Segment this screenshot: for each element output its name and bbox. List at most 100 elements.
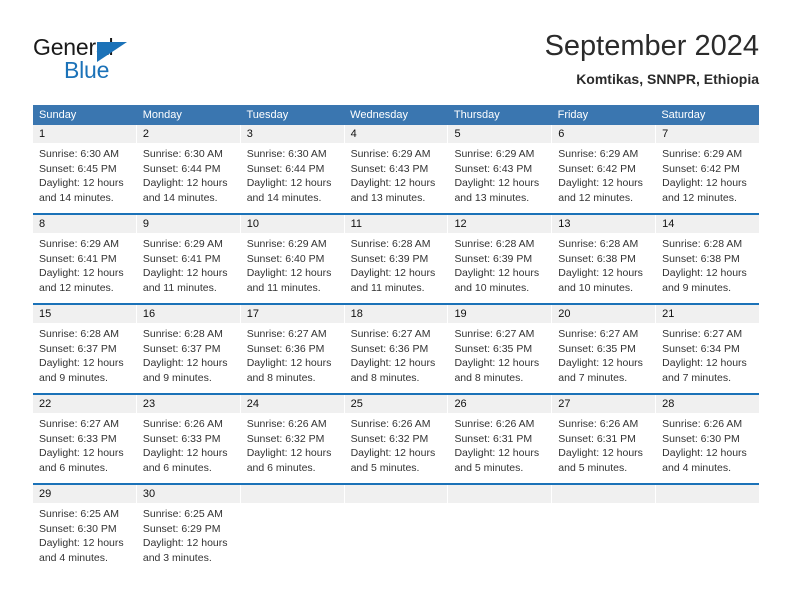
day-cell[interactable]: 16 Sunrise: 6:28 AM Sunset: 6:37 PM Dayligh… bbox=[136, 305, 241, 393]
sunset-text: Sunset: 6:37 PM bbox=[39, 342, 117, 355]
sunrise-text: Sunrise: 6:29 AM bbox=[39, 238, 119, 250]
day-number bbox=[448, 485, 552, 503]
sunset-text: Sunset: 6:36 PM bbox=[350, 342, 429, 355]
daylight-text-line1: Daylight: 12 hours bbox=[246, 447, 332, 459]
day-cell[interactable]: 23 Sunrise: 6:26 AM Sunset: 6:33 PM Dayligh… bbox=[136, 395, 241, 483]
sunset-text: Sunset: 6:38 PM bbox=[558, 252, 636, 265]
sunset-text: Sunset: 6:35 PM bbox=[454, 342, 533, 355]
sunrise-text: Sunrise: 6:28 AM bbox=[558, 238, 639, 250]
day-cell[interactable]: 11 Sunrise: 6:28 AM Sunset: 6:39 PM Dayligh… bbox=[344, 215, 449, 303]
day-cell[interactable]: 8 Sunrise: 6:29 AM Sunset: 6:41 PM Daylight… bbox=[33, 215, 137, 303]
day-number: 24 bbox=[240, 395, 344, 413]
day-cell[interactable]: 29 Sunrise: 6:25 AM Sunset: 6:30 PM Dayligh… bbox=[33, 485, 137, 573]
daylight-text-line2: and 5 minutes. bbox=[350, 461, 420, 474]
title-block: September 2024 Komtikas, SNNPR, Ethiopia bbox=[545, 28, 759, 89]
day-cell[interactable]: 6 Sunrise: 6:29 AM Sunset: 6:42 PM Daylight… bbox=[552, 125, 657, 213]
daylight-text-line1: Daylight: 12 hours bbox=[454, 177, 540, 189]
sunrise-text: Sunrise: 6:27 AM bbox=[454, 328, 535, 340]
sunset-text: Sunset: 6:40 PM bbox=[246, 252, 325, 265]
day-details: Sunrise: 6:30 AM Sunset: 6:44 PM Daylight:… bbox=[137, 143, 240, 205]
week-row: 29 Sunrise: 6:25 AM Sunset: 6:30 PM Dayligh… bbox=[33, 483, 760, 573]
day-number: 27 bbox=[552, 395, 656, 413]
day-cell[interactable]: 19 Sunrise: 6:27 AM Sunset: 6:35 PM Dayligh… bbox=[448, 305, 553, 393]
day-cell[interactable]: 2 Sunrise: 6:30 AM Sunset: 6:44 PM Daylight… bbox=[136, 125, 241, 213]
day-cell[interactable]: 15 Sunrise: 6:28 AM Sunset: 6:37 PM Dayligh… bbox=[33, 305, 137, 393]
day-cell[interactable]: 24 Sunrise: 6:26 AM Sunset: 6:32 PM Dayligh… bbox=[240, 395, 345, 483]
day-cell[interactable]: 13 Sunrise: 6:28 AM Sunset: 6:38 PM Dayligh… bbox=[552, 215, 657, 303]
sunrise-text: Sunrise: 6:27 AM bbox=[39, 418, 119, 430]
day-number: 15 bbox=[33, 305, 136, 323]
day-cell[interactable]: 5 Sunrise: 6:29 AM Sunset: 6:43 PM Daylight… bbox=[448, 125, 553, 213]
day-number: 3 bbox=[240, 125, 344, 143]
day-cell[interactable]: 12 Sunrise: 6:28 AM Sunset: 6:39 PM Dayligh… bbox=[448, 215, 553, 303]
day-details: Sunrise: 6:29 AM Sunset: 6:42 PM Daylight:… bbox=[552, 143, 655, 205]
sunset-text: Sunset: 6:42 PM bbox=[662, 162, 740, 175]
day-number: 17 bbox=[240, 305, 344, 323]
weekday-header-tuesday: Tuesday bbox=[246, 109, 289, 121]
day-number: 8 bbox=[33, 215, 136, 233]
sunset-text: Sunset: 6:44 PM bbox=[142, 162, 221, 175]
day-cell[interactable]: 30 Sunrise: 6:25 AM Sunset: 6:29 PM Dayligh… bbox=[136, 485, 241, 573]
daylight-text-line1: Daylight: 12 hours bbox=[246, 267, 332, 279]
day-details: Sunrise: 6:27 AM Sunset: 6:35 PM Daylight:… bbox=[552, 323, 655, 385]
day-cell[interactable]: 21 Sunrise: 6:27 AM Sunset: 6:34 PM Dayligh… bbox=[656, 305, 760, 393]
sunset-text: Sunset: 6:33 PM bbox=[39, 432, 117, 445]
sunrise-text: Sunrise: 6:29 AM bbox=[142, 238, 223, 250]
sunrise-text: Sunrise: 6:25 AM bbox=[39, 508, 119, 520]
weekday-header-row: Sunday Monday Tuesday Wednesday Thursday… bbox=[33, 105, 759, 125]
sunrise-text: Sunrise: 6:26 AM bbox=[454, 418, 535, 430]
day-number: 21 bbox=[656, 305, 760, 323]
sunset-text: Sunset: 6:43 PM bbox=[454, 162, 533, 175]
day-details: Sunrise: 6:28 AM Sunset: 6:39 PM Daylight:… bbox=[345, 233, 448, 295]
daylight-text-line1: Daylight: 12 hours bbox=[350, 447, 436, 459]
day-details: Sunrise: 6:27 AM Sunset: 6:33 PM Daylight:… bbox=[33, 413, 136, 475]
day-number: 25 bbox=[344, 395, 448, 413]
day-cell[interactable]: 17 Sunrise: 6:27 AM Sunset: 6:36 PM Dayligh… bbox=[240, 305, 345, 393]
day-cell[interactable]: 25 Sunrise: 6:26 AM Sunset: 6:32 PM Dayligh… bbox=[344, 395, 449, 483]
day-details bbox=[448, 503, 551, 507]
weekday-header-saturday: Saturday bbox=[661, 109, 706, 121]
sunrise-text: Sunrise: 6:27 AM bbox=[350, 328, 431, 340]
daylight-text-line1: Daylight: 12 hours bbox=[142, 357, 228, 369]
day-details: Sunrise: 6:28 AM Sunset: 6:37 PM Daylight:… bbox=[137, 323, 240, 385]
daylight-text-line2: and 14 minutes. bbox=[39, 191, 114, 204]
daylight-text-line2: and 10 minutes. bbox=[454, 281, 530, 294]
day-details: Sunrise: 6:29 AM Sunset: 6:40 PM Daylight:… bbox=[241, 233, 344, 295]
day-number: 12 bbox=[448, 215, 552, 233]
sunset-text: Sunset: 6:29 PM bbox=[142, 522, 221, 535]
day-cell[interactable]: 4 Sunrise: 6:29 AM Sunset: 6:43 PM Daylight… bbox=[344, 125, 449, 213]
day-cell[interactable]: 10 Sunrise: 6:29 AM Sunset: 6:40 PM Dayligh… bbox=[240, 215, 345, 303]
day-cell[interactable]: 9 Sunrise: 6:29 AM Sunset: 6:41 PM Daylight… bbox=[136, 215, 241, 303]
day-cell[interactable]: 26 Sunrise: 6:26 AM Sunset: 6:31 PM Dayligh… bbox=[448, 395, 553, 483]
sunset-text: Sunset: 6:41 PM bbox=[39, 252, 117, 265]
daylight-text-line2: and 8 minutes. bbox=[350, 371, 420, 384]
daylight-text-line2: and 5 minutes. bbox=[454, 461, 524, 474]
daylight-text-line1: Daylight: 12 hours bbox=[454, 447, 540, 459]
day-cell[interactable]: 27 Sunrise: 6:26 AM Sunset: 6:31 PM Dayligh… bbox=[552, 395, 657, 483]
day-cell[interactable]: 28 Sunrise: 6:26 AM Sunset: 6:30 PM Dayligh… bbox=[656, 395, 760, 483]
page-subtitle: Komtikas, SNNPR, Ethiopia bbox=[576, 71, 759, 87]
daylight-text-line2: and 6 minutes. bbox=[246, 461, 316, 474]
day-cell-empty bbox=[448, 485, 553, 573]
sunrise-text: Sunrise: 6:25 AM bbox=[142, 508, 223, 520]
day-cell[interactable]: 7 Sunrise: 6:29 AM Sunset: 6:42 PM Daylight… bbox=[656, 125, 760, 213]
day-number: 10 bbox=[240, 215, 344, 233]
day-cell[interactable]: 14 Sunrise: 6:28 AM Sunset: 6:38 PM Dayligh… bbox=[656, 215, 760, 303]
day-number: 5 bbox=[448, 125, 552, 143]
day-details: Sunrise: 6:29 AM Sunset: 6:41 PM Daylight:… bbox=[137, 233, 240, 295]
day-details bbox=[345, 503, 448, 507]
daylight-text-line2: and 14 minutes. bbox=[142, 191, 218, 204]
day-number: 2 bbox=[136, 125, 240, 143]
day-cell[interactable]: 20 Sunrise: 6:27 AM Sunset: 6:35 PM Dayligh… bbox=[552, 305, 657, 393]
day-cell[interactable]: 22 Sunrise: 6:27 AM Sunset: 6:33 PM Dayligh… bbox=[33, 395, 137, 483]
day-cell[interactable]: 1 Sunrise: 6:30 AM Sunset: 6:45 PM Daylight… bbox=[33, 125, 137, 213]
day-cell[interactable]: 18 Sunrise: 6:27 AM Sunset: 6:36 PM Dayligh… bbox=[344, 305, 449, 393]
day-details: Sunrise: 6:30 AM Sunset: 6:45 PM Daylight:… bbox=[33, 143, 136, 205]
sunset-text: Sunset: 6:37 PM bbox=[142, 342, 221, 355]
week-row: 8 Sunrise: 6:29 AM Sunset: 6:41 PM Daylight… bbox=[33, 213, 760, 303]
day-details: Sunrise: 6:26 AM Sunset: 6:32 PM Daylight:… bbox=[345, 413, 448, 475]
daylight-text-line2: and 12 minutes. bbox=[39, 281, 114, 294]
sunset-text: Sunset: 6:42 PM bbox=[558, 162, 636, 175]
daylight-text-line2: and 9 minutes. bbox=[142, 371, 212, 384]
day-cell[interactable]: 3 Sunrise: 6:30 AM Sunset: 6:44 PM Daylight… bbox=[240, 125, 345, 213]
